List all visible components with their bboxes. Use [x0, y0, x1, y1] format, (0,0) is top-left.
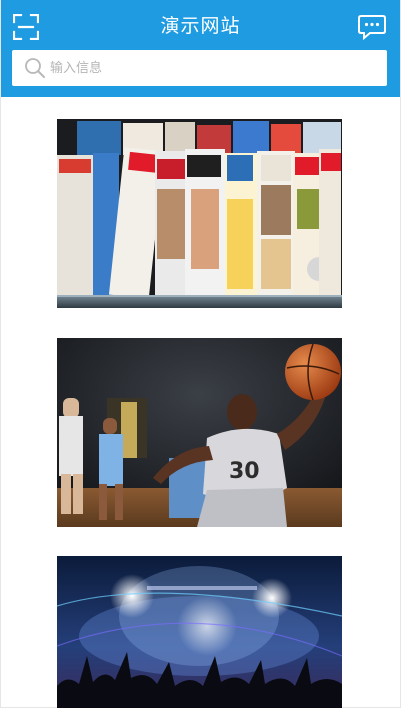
svg-text:30: 30: [229, 459, 260, 484]
magazines-image[interactable]: [57, 119, 342, 308]
page-title: 演示网站: [160, 15, 241, 37]
message-icon[interactable]: [358, 14, 386, 41]
search-bar[interactable]: [12, 50, 387, 86]
search-icon: [24, 57, 46, 79]
search-input[interactable]: [50, 50, 370, 86]
app-frame: 演示网站 输入信息 30: [0, 0, 401, 708]
basketball-image[interactable]: 30: [57, 338, 342, 527]
concert-image[interactable]: [57, 556, 342, 708]
top-bar: 演示网站: [1, 0, 400, 97]
